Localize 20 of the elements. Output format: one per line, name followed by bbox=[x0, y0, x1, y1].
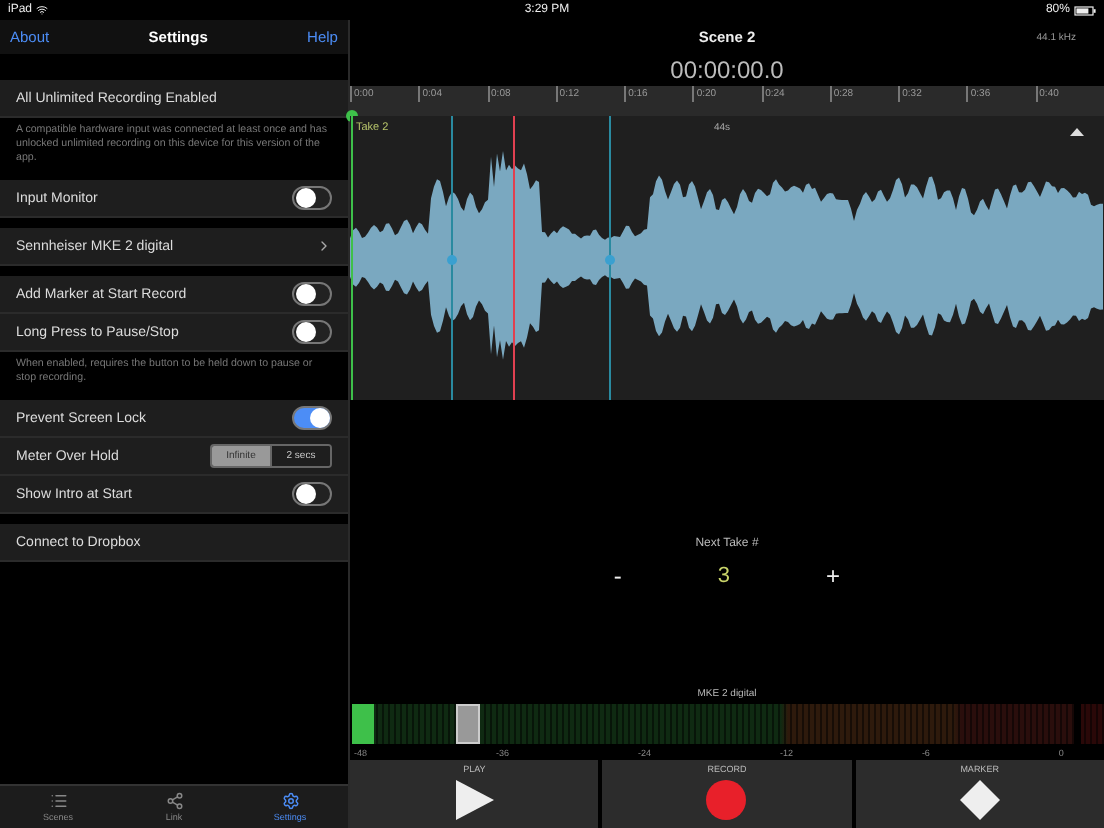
toggle-switch[interactable] bbox=[292, 186, 332, 210]
decrement-button[interactable]: - bbox=[607, 562, 628, 590]
diamond-icon bbox=[959, 780, 1000, 820]
toggle-switch[interactable] bbox=[292, 482, 332, 506]
next-take-number: 3 bbox=[717, 564, 731, 588]
chevron-icon bbox=[316, 238, 332, 254]
settings-icon bbox=[281, 792, 299, 810]
timecode: 00:00:00.0 bbox=[668, 54, 786, 86]
list-icon bbox=[49, 792, 67, 810]
play-icon bbox=[454, 780, 495, 820]
increment-button[interactable]: + bbox=[820, 562, 847, 590]
share-icon bbox=[165, 792, 183, 810]
peak-hold-indicator bbox=[456, 704, 480, 744]
record-icon bbox=[706, 780, 747, 820]
toggle-switch[interactable] bbox=[292, 282, 332, 306]
toggle-switch[interactable] bbox=[292, 406, 332, 430]
battery-icon bbox=[1073, 5, 1096, 15]
wifi-icon bbox=[36, 4, 49, 16]
toggle-switch[interactable] bbox=[292, 320, 332, 344]
collapse-icon[interactable] bbox=[1070, 128, 1084, 136]
